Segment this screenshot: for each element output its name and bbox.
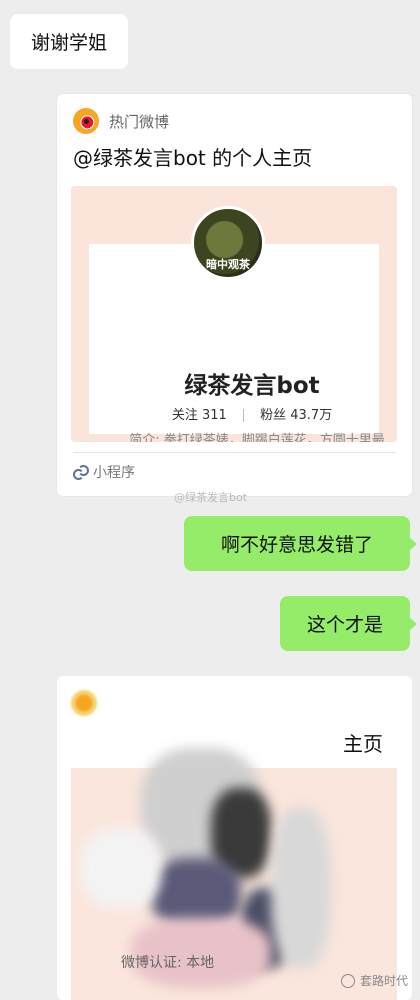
message-text: 这个才是 [306, 614, 383, 636]
blur-region [81, 828, 161, 908]
followers-count: 43.7万 [290, 408, 333, 423]
mini-program-icon [73, 465, 89, 480]
profile-name: 绿茶发言bot [184, 373, 320, 399]
blurred-preview [71, 748, 397, 1000]
profile-bio: 简介: 拳打绿茶婊，脚踢白莲花，方圆十里最能吹的博主。 [129, 433, 385, 442]
blurred-bio-text: 微博认证: 本地 [121, 955, 215, 971]
card-title: @绿茶发言bot 的个人主页 [73, 146, 313, 170]
message-text: 啊不好意思发错了 [220, 534, 373, 556]
blur-region [271, 808, 331, 968]
card-divider [73, 452, 396, 453]
wechat-official-account-icon [340, 973, 355, 988]
account-watermark-text: 套路时代 [359, 974, 408, 988]
card-footer: 小程序 [73, 462, 135, 482]
profile-stats: 关注 311 粉丝 43.7万 [89, 404, 397, 423]
card-header: 热门微博 [73, 108, 169, 134]
card-source: 热门微博 [109, 112, 170, 131]
outgoing-message-bubble[interactable]: 这个才是 [280, 596, 417, 651]
blurred-mini-program-card[interactable]: 主页 微博认证: 本地 [57, 676, 412, 1000]
weibo-logo-icon [73, 108, 99, 134]
mini-program-card[interactable]: 热门微博 @绿茶发言bot 的个人主页 绿茶发言bot 关注 311 粉丝 43… [57, 94, 412, 496]
avatar-caption: 暗中观茶 [206, 258, 250, 271]
outgoing-message-bubble[interactable]: 啊不好意思发错了 [184, 516, 417, 571]
followers-label: 粉丝 [260, 408, 287, 423]
card-preview: 绿茶发言bot 关注 311 粉丝 43.7万 简介: 拳打绿茶婊，脚踢白莲花，… [71, 186, 397, 442]
weibo-watermark: @绿茶发言bot [174, 491, 248, 504]
message-text: 谢谢学姐 [30, 32, 107, 54]
incoming-message-bubble[interactable]: 谢谢学姐 [10, 14, 128, 69]
stats-divider [242, 409, 244, 422]
following-label: 关注 [171, 408, 198, 423]
following-count: 311 [201, 408, 227, 423]
weibo-logo-icon [71, 690, 97, 716]
account-watermark: 套路时代 [340, 972, 408, 989]
mini-program-label: 小程序 [93, 465, 135, 481]
blurred-card-title: 主页 [343, 732, 383, 756]
